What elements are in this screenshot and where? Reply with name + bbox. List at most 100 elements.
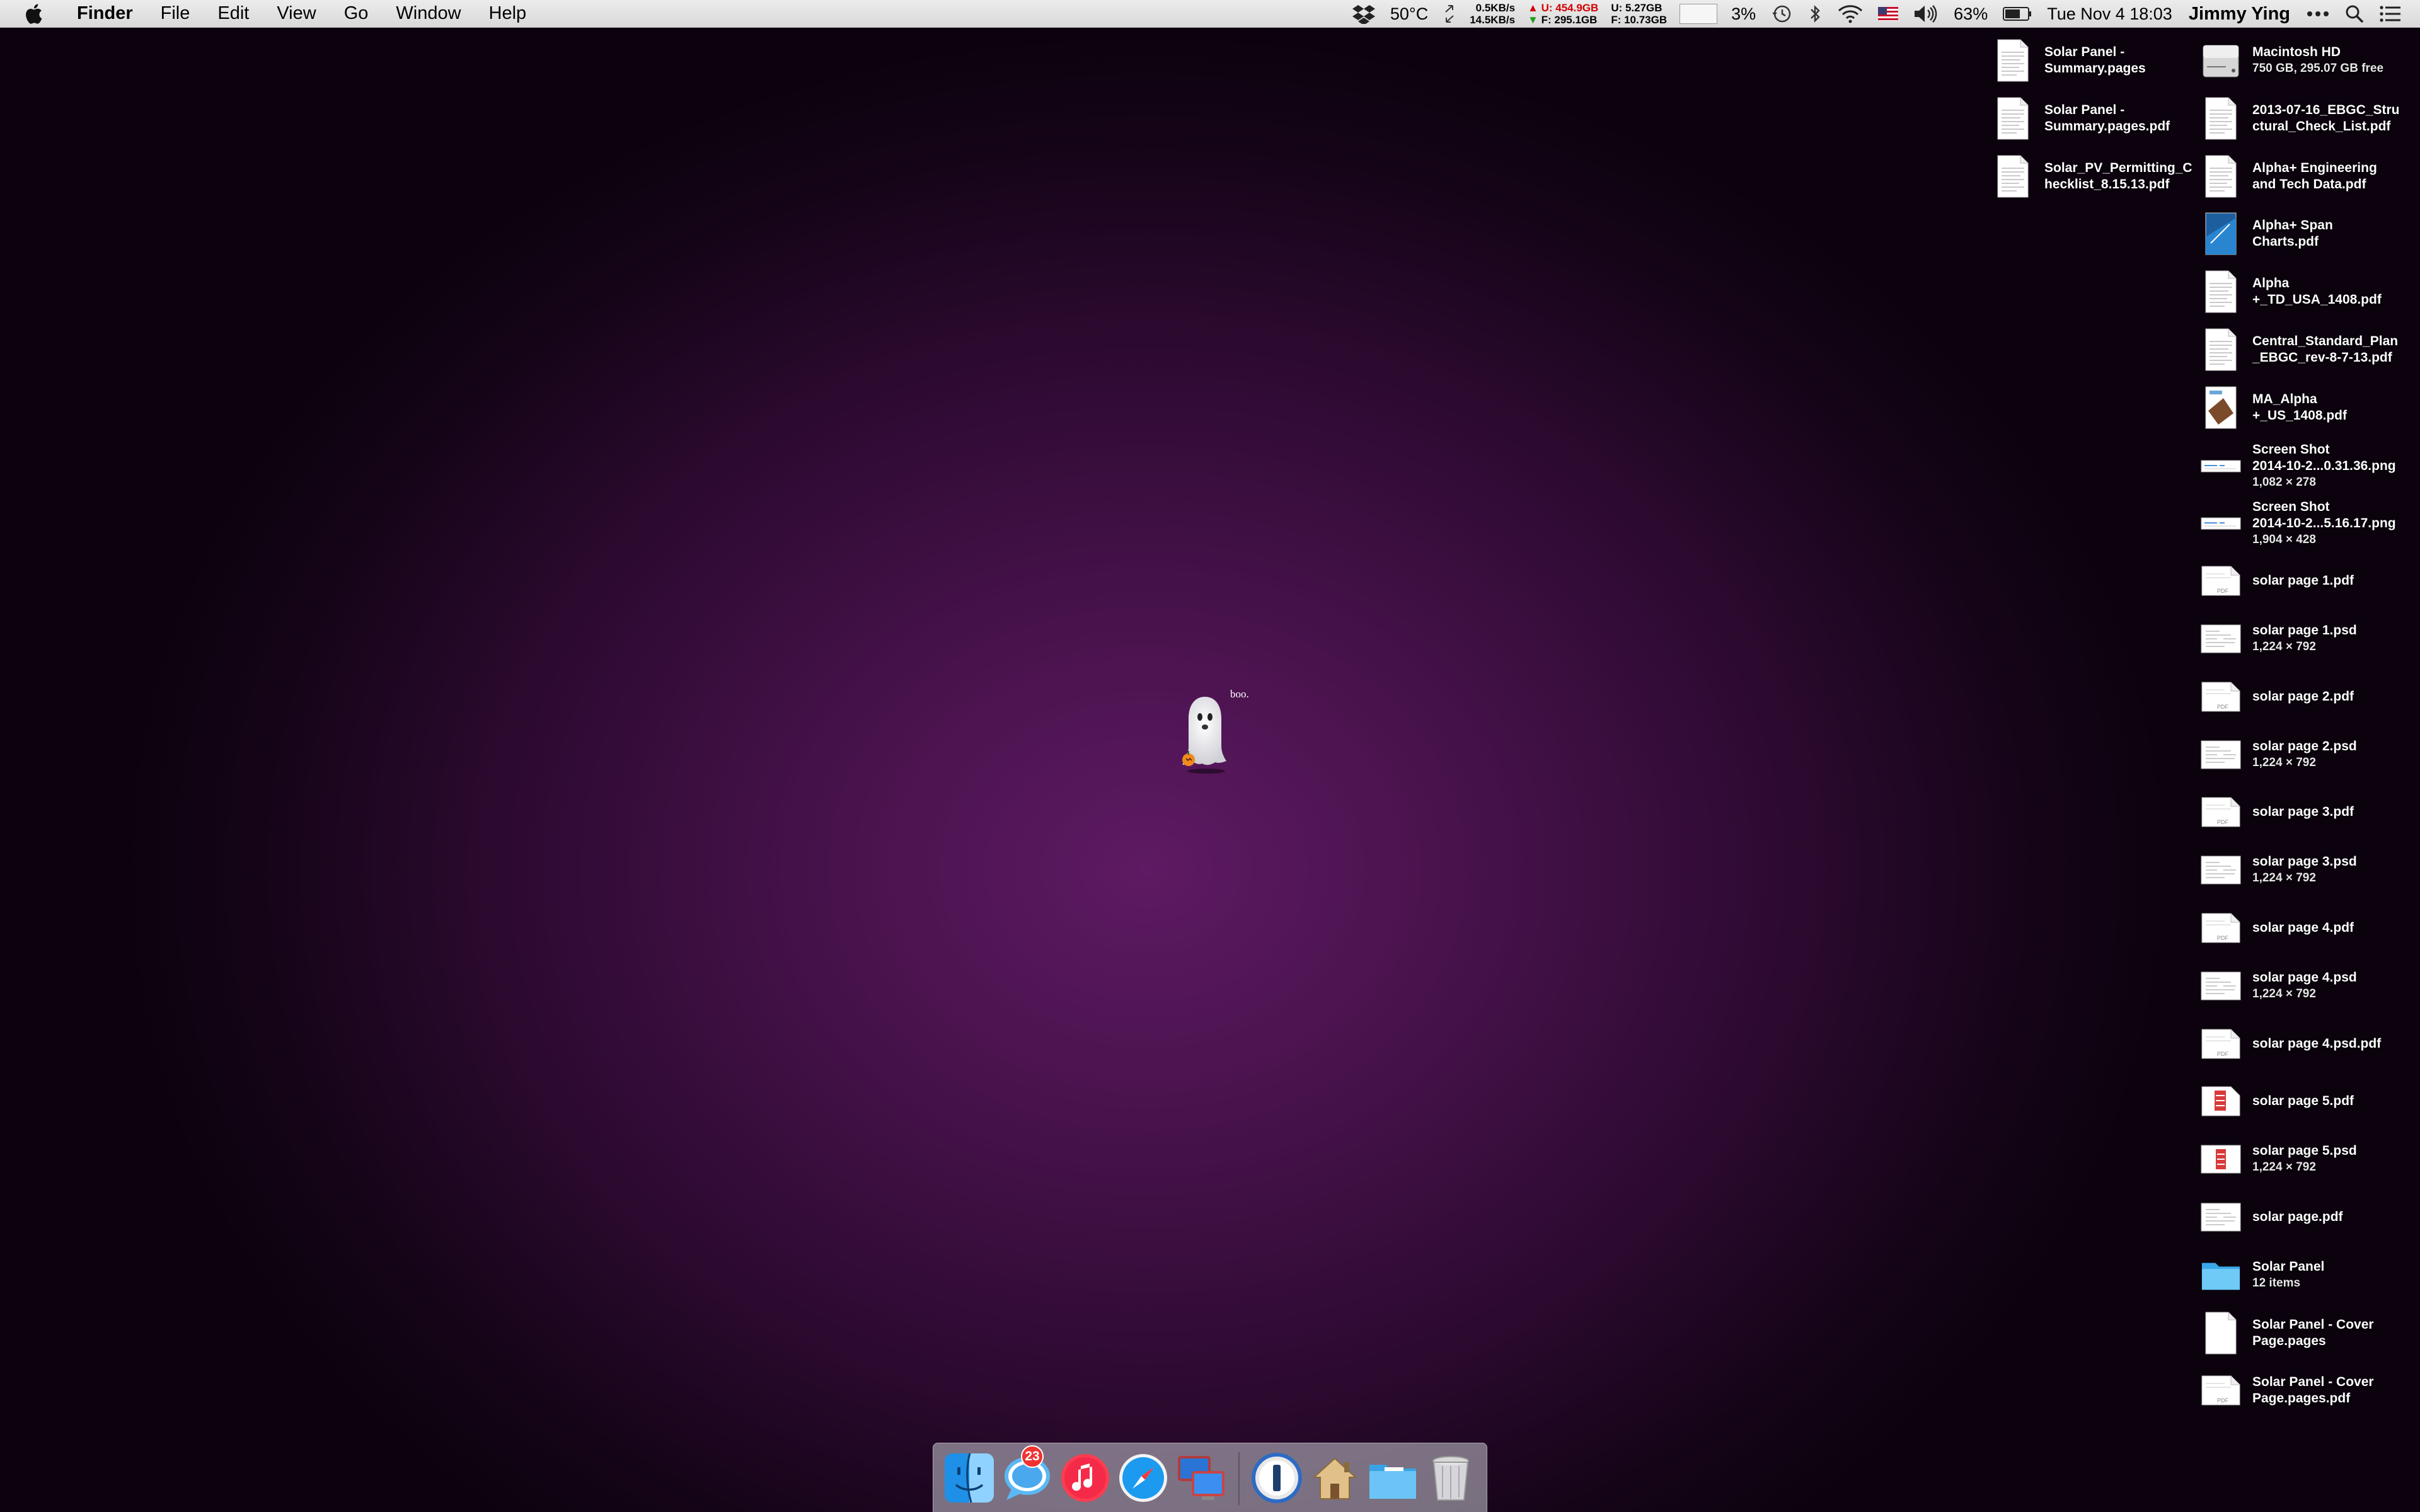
desktop-item-right-7[interactable]: MA_Alpha +_US_1408.pdf	[2201, 384, 2347, 432]
wifi-icon[interactable]	[1830, 0, 1870, 28]
network-stats[interactable]: 0.5KB/s 14.5KB/s	[1463, 2, 1521, 26]
us-flag-icon[interactable]	[1870, 0, 1906, 28]
desktop-item-right-22[interactable]: Solar Panel 12 items	[2201, 1251, 2324, 1299]
battery-percent[interactable]: 63%	[1946, 0, 1995, 28]
net-up-readout: 0.5KB/s	[1475, 2, 1516, 14]
disk-stats-main[interactable]: ▲ U: 454.9GB ▼ F: 295.1GB	[1521, 2, 1605, 26]
icon-name-line: solar page 2.pdf	[2252, 689, 2354, 704]
home-folder-icon[interactable]	[1308, 1451, 1362, 1505]
icon-label: Macintosh HD 750 GB, 295.07 GB free	[2252, 44, 2383, 77]
icon-name-line: hecklist_8.15.13.pdf	[2044, 177, 2170, 192]
file-icon: PDF	[2201, 788, 2241, 836]
dock-separator	[1238, 1452, 1240, 1505]
documents-folder-icon[interactable]	[1366, 1451, 1420, 1505]
dropbox-icon[interactable]	[1345, 0, 1383, 28]
ghost-icon[interactable]	[1177, 693, 1233, 777]
icon-name-line: solar page 5.psd	[2252, 1143, 2357, 1158]
icon-label: MA_Alpha +_US_1408.pdf	[2252, 391, 2347, 424]
desktop-item-right-15[interactable]: solar page 3.psd 1,224 × 792	[2201, 846, 2357, 894]
menu-view[interactable]: View	[263, 0, 330, 27]
battery-icon[interactable]	[1995, 0, 2039, 28]
desktop-item-left-2[interactable]: Solar Panel - Summary.pages.pdf	[1993, 94, 2170, 142]
icon-info: 1,224 × 792	[2252, 987, 2316, 1000]
temperature-readout[interactable]: 50°C	[1383, 0, 1436, 28]
file-icon	[2201, 500, 2241, 547]
cpu-graph[interactable]	[1680, 4, 1718, 24]
icon-name-line: solar page 3.psd	[2252, 854, 2357, 869]
menu-edit[interactable]: Edit	[204, 0, 263, 27]
desktop-item-right-17[interactable]: solar page 4.psd 1,224 × 792	[2201, 962, 2357, 1010]
menu-finder[interactable]: Finder	[63, 0, 147, 27]
file-icon: PDF	[2201, 557, 2241, 605]
file-icon	[2201, 152, 2241, 200]
itunes-icon[interactable]	[1058, 1451, 1112, 1505]
net-down-readout: 14.5KB/s	[1470, 14, 1516, 26]
icon-label: solar page 5.psd 1,224 × 792	[2252, 1143, 2357, 1176]
user-name[interactable]: Jimmy Ying	[2180, 4, 2299, 25]
dock	[933, 1443, 1487, 1512]
desktop-item-right-4[interactable]: Alpha+ Span Charts.pdf	[2201, 210, 2333, 258]
icon-name-line: Screen Shot	[2252, 442, 2330, 457]
icon-label: solar page 1.psd 1,224 × 792	[2252, 622, 2357, 655]
icon-name-line: solar page 4.psd	[2252, 970, 2357, 985]
file-icon	[2201, 94, 2241, 142]
icon-label: solar page 3.pdf	[2252, 804, 2354, 820]
1password-icon[interactable]	[1250, 1451, 1304, 1505]
desktop-item-right-14[interactable]: PDF solar page 3.pdf	[2201, 788, 2354, 836]
file-icon: PDF	[2201, 904, 2241, 952]
menu-go[interactable]: Go	[330, 0, 383, 27]
desktop-item-right-9[interactable]: Screen Shot 2014-10-2...5.16.17.png 1,904 …	[2201, 499, 2396, 548]
desktop-item-right-12[interactable]: PDF solar page 2.pdf	[2201, 673, 2354, 721]
apple-menu-icon[interactable]	[24, 3, 45, 25]
finder-icon[interactable]	[942, 1451, 996, 1505]
desktop-item-right-6[interactable]: Central_Standard_Plan _EBGC_rev-8-7-13.pd…	[2201, 326, 2398, 374]
menu-file[interactable]: File	[147, 0, 204, 27]
clock-datetime[interactable]: Tue Nov 4 18:03	[2039, 0, 2180, 28]
icon-name-line: Solar Panel - Cover	[2252, 1317, 2374, 1332]
icon-name-line: Solar_PV_Permitting_C	[2044, 161, 2192, 175]
icon-name-line: ctural_Check_List.pdf	[2252, 119, 2391, 134]
notification-center-icon[interactable]	[2372, 0, 2420, 28]
desktop-item-right-16[interactable]: PDF solar page 4.pdf	[2201, 904, 2354, 952]
time-machine-icon[interactable]	[1763, 0, 1800, 28]
desktop-item-right-2[interactable]: 2013-07-16_EBGC_Stru ctural_Check_List.pd…	[2201, 94, 2399, 142]
desktop-item-right-18[interactable]: PDF solar page 4.psd.pdf	[2201, 1020, 2381, 1068]
spotlight-search-icon[interactable]	[2337, 0, 2372, 28]
desktop-item-right-1[interactable]: Macintosh HD 750 GB, 295.07 GB free	[2201, 37, 2383, 84]
desktop-item-right-13[interactable]: solar page 2.psd 1,224 × 792	[2201, 731, 2357, 779]
volume-icon[interactable]	[1906, 0, 1946, 28]
icon-info: 1,904 × 428	[2252, 533, 2316, 546]
desktop-item-left-3[interactable]: Solar_PV_Permitting_C hecklist_8.15.13.pd…	[1993, 152, 2192, 200]
menu-help[interactable]: Help	[475, 0, 541, 27]
desktop-item-right-8[interactable]: Screen Shot 2014-10-2...0.31.36.png 1,082 …	[2201, 442, 2396, 491]
desktop-item-left-1[interactable]: Solar Panel - Summary.pages	[1993, 37, 2146, 84]
desktop-item-right-20[interactable]: solar page 5.psd 1,224 × 792	[2201, 1135, 2357, 1183]
desktop-item-right-3[interactable]: Alpha+ Engineering and Tech Data.pdf	[2201, 152, 2377, 200]
desktop-item-right-11[interactable]: solar page 1.psd 1,224 × 792	[2201, 615, 2357, 663]
remote-desktop-icon[interactable]	[1174, 1451, 1228, 1505]
desktop-item-right-19[interactable]: solar page 5.pdf	[2201, 1077, 2354, 1125]
desktop-item-right-5[interactable]: Alpha +_TD_USA_1408.pdf	[2201, 268, 2382, 316]
bluetooth-icon[interactable]	[1800, 0, 1830, 28]
icon-name-line: Page.pages	[2252, 1334, 2326, 1348]
file-icon	[2201, 1135, 2241, 1183]
desktop-item-right-10[interactable]: PDF solar page 1.pdf	[2201, 557, 2354, 605]
file-icon	[1993, 152, 2033, 200]
desktop-item-right-23[interactable]: Solar Panel - Cover Page.pages	[2201, 1309, 2374, 1357]
desktop-item-right-24[interactable]: PDF Solar Panel - Cover Page.pages.pdf	[2201, 1366, 2374, 1414]
menu-window[interactable]: Window	[382, 0, 475, 27]
icon-info: 750 GB, 295.07 GB free	[2252, 62, 2384, 75]
file-icon	[2201, 731, 2241, 779]
icon-label: solar page 3.psd 1,224 × 792	[2252, 854, 2357, 886]
trash-icon[interactable]	[1424, 1451, 1478, 1505]
safari-icon[interactable]	[1116, 1451, 1170, 1505]
desktop-item-right-21[interactable]: solar page.pdf	[2201, 1193, 2343, 1241]
icon-name-line: solar page 1.psd	[2252, 623, 2357, 638]
file-icon	[2201, 384, 2241, 432]
cpu-readout[interactable]: 3%	[1724, 0, 1763, 28]
disk-stats-secondary[interactable]: U: 5.27GB F: 10.73GB	[1605, 2, 1673, 26]
icon-label: Solar Panel - Cover Page.pages	[2252, 1317, 2374, 1349]
more-icon[interactable]	[2299, 0, 2337, 28]
icon-info: 1,082 × 278	[2252, 476, 2316, 489]
svg-text:PDF: PDF	[2217, 819, 2229, 825]
